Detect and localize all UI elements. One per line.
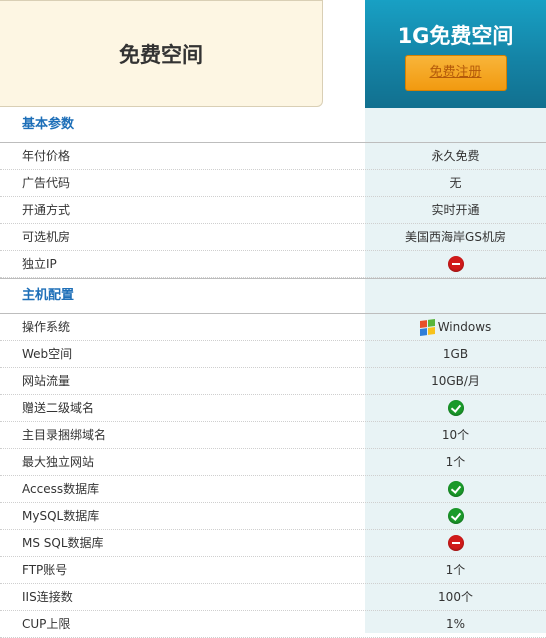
section-title: 主机配置 (22, 288, 75, 303)
row-value: Windows (365, 314, 546, 340)
row-value (365, 395, 546, 421)
no-icon (447, 256, 464, 272)
table-row: MS SQL数据库 (0, 530, 546, 557)
row-label: 赠送二级域名 (22, 401, 95, 415)
plan-header: 免费空间 1G免费空间 免费注册 (0, 0, 546, 108)
plan-title: 1G免费空间 (397, 24, 514, 48)
row-label: 年付价格 (22, 149, 71, 163)
table-row: 网站流量 10GB/月 (0, 368, 546, 395)
plan-header-panel: 1G免费空间 免费注册 (365, 0, 546, 108)
row-label: 操作系统 (22, 320, 71, 334)
row-label: MS SQL数据库 (22, 536, 104, 550)
table-row: 最大独立网站 1个 (0, 449, 546, 476)
category-title: 免费空间 (119, 42, 203, 67)
windows-icon (419, 318, 435, 336)
row-value: 美国西海岸GS机房 (405, 230, 506, 244)
section-title: 基本参数 (22, 117, 75, 132)
row-label: 独立IP (22, 257, 57, 271)
table-row: 操作系统 Windows (0, 314, 546, 341)
row-value: 1% (445, 617, 466, 631)
yes-icon (447, 508, 464, 524)
section-header: 基本参数 (0, 108, 546, 143)
row-label: 开通方式 (22, 203, 71, 217)
category-header: 免费空间 (0, 0, 323, 107)
row-value: 10GB/月 (431, 374, 480, 388)
table-row: 开通方式 实时开通 (0, 197, 546, 224)
register-button[interactable]: 免费注册 (404, 55, 507, 91)
row-label: MySQL数据库 (22, 509, 100, 523)
table-row: MySQL数据库 (0, 503, 546, 530)
row-value: 1GB (442, 347, 469, 361)
row-value (365, 503, 546, 529)
row-label: FTP账号 (22, 563, 68, 577)
row-value: 1个 (445, 563, 466, 577)
row-label: 广告代码 (22, 176, 71, 190)
row-value (365, 530, 546, 556)
row-label: CUP上限 (22, 617, 71, 631)
spec-table: 基本参数 年付价格 永久免费 广告代码 无 开通方式 实时开通 可选机房 美国西… (0, 108, 546, 638)
no-icon (447, 535, 464, 551)
row-value: 无 (449, 176, 462, 190)
yes-icon (447, 481, 464, 497)
table-row: 主目录捆绑域名 10个 (0, 422, 546, 449)
row-value (365, 251, 546, 277)
table-row: Access数据库 (0, 476, 546, 503)
row-label: Web空间 (22, 347, 73, 361)
row-label: 网站流量 (22, 374, 71, 388)
table-row: CUP上限 1% (0, 611, 546, 638)
row-label: 可选机房 (22, 230, 71, 244)
section-header: 主机配置 (0, 278, 546, 314)
table-row: FTP账号 1个 (0, 557, 546, 584)
table-row: 年付价格 永久免费 (0, 143, 546, 170)
row-value: 实时开通 (431, 203, 480, 217)
table-row: IIS连接数 100个 (0, 584, 546, 611)
table-row: Web空间 1GB (0, 341, 546, 368)
table-row: 赠送二级域名 (0, 395, 546, 422)
row-label: IIS连接数 (22, 590, 73, 604)
table-row: 广告代码 无 (0, 170, 546, 197)
row-value (365, 476, 546, 502)
row-value: 10个 (441, 428, 470, 442)
table-row: 可选机房 美国西海岸GS机房 (0, 224, 546, 251)
os-name: Windows (437, 320, 492, 334)
table-row: 独立IP (0, 251, 546, 278)
row-label: 最大独立网站 (22, 455, 95, 469)
row-value: 100个 (438, 590, 473, 604)
row-value: 永久免费 (431, 149, 480, 163)
row-value: 1个 (445, 455, 466, 469)
row-label: Access数据库 (22, 482, 100, 496)
yes-icon (447, 400, 464, 416)
row-label: 主目录捆绑域名 (22, 428, 107, 442)
